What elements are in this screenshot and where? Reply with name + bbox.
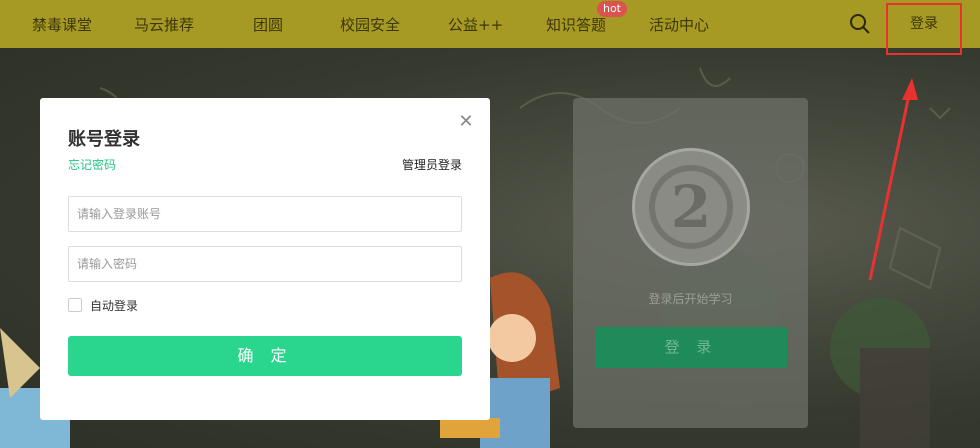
top-navigation-bar: 禁毒课堂 马云推荐 团圆 校园安全 公益++ 知识答题 hot 活动中心 登录 — [0, 0, 980, 48]
panel-login-button[interactable]: 登 录 — [595, 327, 787, 368]
search-icon[interactable] — [849, 13, 871, 35]
close-icon[interactable]: ✕ — [458, 113, 474, 131]
annotation-arrow-icon — [868, 78, 918, 281]
nav-item-recommend[interactable]: 马云推荐 — [134, 14, 194, 35]
auto-login-checkbox[interactable] — [68, 298, 82, 312]
annotation-highlight-box — [886, 3, 962, 55]
nav-item-reunion[interactable]: 团圆 — [253, 14, 283, 35]
forgot-password-link[interactable]: 忘记密码 — [68, 156, 116, 173]
nav-item-campus-safety[interactable]: 校园安全 — [340, 14, 400, 35]
confirm-button[interactable]: 确 定 — [68, 336, 462, 376]
admin-login-link[interactable]: 管理员登录 — [402, 156, 462, 173]
avatar: 2 — [632, 148, 750, 266]
nav-item-quiz[interactable]: 知识答题 — [546, 14, 606, 35]
login-modal: 账号登录 ✕ 忘记密码 管理员登录 自动登录 确 定 — [40, 98, 490, 420]
modal-title: 账号登录 — [68, 129, 140, 150]
nav-item-drug-education[interactable]: 禁毒课堂 — [32, 14, 92, 35]
auto-login-label: 自动登录 — [90, 299, 139, 313]
password-input[interactable] — [68, 246, 462, 282]
hot-badge: hot — [597, 1, 627, 17]
panel-hint-text: 登录后开始学习 — [648, 292, 733, 306]
nav-item-activity-center[interactable]: 活动中心 — [649, 14, 709, 35]
avatar-digit: 2 — [649, 165, 733, 249]
nav-item-charity[interactable]: 公益++ — [448, 14, 503, 35]
user-side-panel: 2 登录后开始学习 登 录 — [573, 98, 808, 428]
account-input[interactable] — [68, 196, 462, 232]
